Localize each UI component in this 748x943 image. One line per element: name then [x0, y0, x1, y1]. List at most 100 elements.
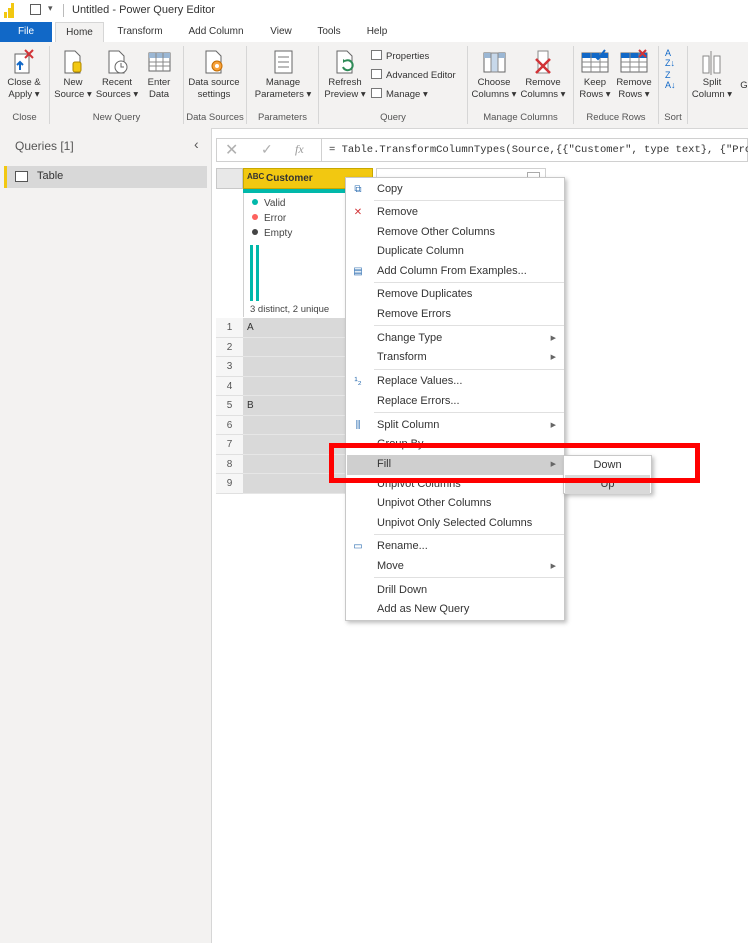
remove-rows-label-1: Remove — [616, 77, 652, 88]
fill-down-item[interactable]: Down — [565, 456, 650, 475]
manage-parameters-button[interactable]: Manage Parameters ▾ — [250, 48, 316, 101]
tab-view[interactable]: View — [262, 22, 300, 42]
row-number[interactable]: 6 — [216, 415, 243, 435]
menu-item-remove-duplicates[interactable]: Remove Duplicates — [347, 285, 564, 305]
row-number[interactable]: 1 — [216, 318, 243, 338]
text-type-icon[interactable]: ABC — [247, 172, 264, 181]
refresh-preview-button[interactable]: Refresh Preview ▾ — [322, 48, 368, 101]
remove-rows-button[interactable]: Remove Rows ▾ — [614, 48, 654, 101]
submenu-arrow-icon: ▶ — [550, 562, 556, 570]
title-bar: ▾ Untitled - Power Query Editor — [0, 0, 748, 23]
split-column-icon: ⫼ — [355, 419, 361, 431]
row-number[interactable]: 5 — [216, 396, 243, 416]
menu-item-unpivot-other-columns[interactable]: Unpivot Other Columns — [347, 494, 564, 514]
menu-item-label: Replace Values... — [377, 375, 463, 387]
formula-input[interactable]: = Table.TransformColumnTypes(Source,{{"C… — [329, 144, 748, 156]
menu-item-fill[interactable]: Fill ▶ — [347, 455, 564, 475]
sort-descending-icon[interactable]: Z A↓ — [665, 70, 676, 90]
row-number[interactable]: 2 — [216, 337, 243, 357]
manage-button[interactable]: Manage ▾ — [371, 88, 428, 102]
collapse-pane-icon[interactable]: ‹ — [194, 136, 199, 152]
advanced-editor-button[interactable]: Advanced Editor — [371, 69, 456, 83]
menu-item-duplicate-column[interactable]: Duplicate Column — [347, 242, 564, 262]
menu-item-unpivot-columns[interactable]: Unpivot Columns — [347, 475, 564, 495]
tab-home[interactable]: Home — [55, 22, 104, 42]
menu-item-drill-down[interactable]: Drill Down — [347, 581, 564, 601]
split-column-label-2: Column ▾ — [691, 89, 733, 100]
new-source-button[interactable]: New Source ▾ — [52, 48, 94, 101]
menu-item-change-type[interactable]: Change Type ▶ — [347, 329, 564, 349]
menu-item-transform[interactable]: Transform ▶ — [347, 348, 564, 368]
menu-item-rename[interactable]: ▭ Rename... — [347, 537, 564, 557]
tab-file[interactable]: File — [0, 22, 52, 42]
table-icon — [15, 171, 28, 182]
advanced-editor-icon — [371, 69, 382, 79]
menu-item-remove[interactable]: ✕ Remove — [347, 203, 564, 223]
query-item-table[interactable]: Table — [4, 166, 207, 188]
menu-item-label: Unpivot Columns — [377, 477, 461, 490]
confirm-formula-icon[interactable]: ✓ — [261, 141, 273, 158]
menu-separator — [374, 577, 564, 578]
table-icon — [147, 48, 171, 74]
close-apply-button[interactable]: Close & Apply ▾ — [2, 48, 46, 101]
keep-rows-icon — [581, 48, 609, 74]
split-column-button[interactable]: Split Column ▾ — [690, 48, 734, 101]
data-source-settings-button[interactable]: Data source settings — [186, 48, 242, 101]
remove-rows-icon — [620, 48, 648, 74]
menu-item-replace-errors[interactable]: Replace Errors... — [347, 392, 564, 412]
row-number[interactable]: 9 — [216, 474, 243, 494]
manage-icon — [371, 88, 382, 98]
group-label-close: Close — [12, 112, 37, 123]
cancel-formula-icon[interactable]: ✕ — [225, 140, 238, 160]
menu-separator — [374, 325, 564, 326]
menu-item-label: Rename... — [377, 540, 428, 552]
quick-access-dropdown-icon[interactable]: ▾ — [48, 3, 53, 14]
submenu-arrow-icon: ▶ — [550, 421, 556, 429]
new-source-icon — [61, 48, 85, 74]
row-number[interactable]: 8 — [216, 454, 243, 474]
menu-item-move[interactable]: Move ▶ — [347, 557, 564, 577]
recent-sources-label-1: Recent — [101, 77, 133, 88]
keep-rows-button[interactable]: Keep Rows ▾ — [576, 48, 614, 101]
tab-add-column[interactable]: Add Column — [178, 22, 254, 42]
tab-help[interactable]: Help — [358, 22, 396, 42]
enter-data-button[interactable]: Enter Data — [142, 48, 176, 101]
enter-data-label-1: Enter — [147, 77, 171, 88]
save-icon[interactable] — [30, 4, 41, 15]
row-number[interactable]: 4 — [216, 376, 243, 396]
menu-item-remove-errors[interactable]: Remove Errors — [347, 305, 564, 325]
menu-item-unpivot-only-selected-columns[interactable]: Unpivot Only Selected Columns — [347, 514, 564, 534]
menu-item-copy[interactable]: ⧉ Copy — [347, 180, 564, 200]
submenu-arrow-icon: ▶ — [550, 461, 556, 468]
menu-item-group-by[interactable]: Group By... — [347, 435, 564, 455]
choose-columns-button[interactable]: Choose Columns ▾ — [470, 48, 518, 101]
table-menu-icon[interactable] — [216, 168, 243, 189]
menu-item-split-column[interactable]: ⫼ Split Column ▶ — [347, 416, 564, 436]
refresh-preview-label-2: Preview ▾ — [324, 89, 366, 100]
menu-item-label: Group By... — [377, 438, 432, 450]
group-by-button[interactable]: G — [738, 80, 748, 92]
menu-item-replace-values[interactable]: ¹₂ Replace Values... — [347, 372, 564, 392]
fx-icon[interactable]: fx — [295, 142, 304, 157]
menu-item-label: Remove Duplicates — [377, 288, 473, 300]
fill-up-item[interactable]: Up — [565, 475, 650, 494]
quality-valid: Valid — [252, 198, 286, 209]
properties-button[interactable]: Properties — [371, 50, 429, 64]
tab-transform[interactable]: Transform — [108, 22, 172, 42]
row-number[interactable]: 7 — [216, 435, 243, 455]
distribution-bar — [256, 245, 259, 301]
menu-item-remove-other-columns[interactable]: Remove Other Columns — [347, 223, 564, 243]
row-number[interactable]: 3 — [216, 357, 243, 377]
sort-ascending-icon[interactable]: A Z↓ — [665, 48, 675, 68]
column-name: Customer — [266, 173, 313, 184]
recent-sources-button[interactable]: Recent Sources ▾ — [94, 48, 140, 101]
tab-tools[interactable]: Tools — [308, 22, 350, 42]
menu-item-add-as-new-query[interactable]: Add as New Query — [347, 600, 564, 620]
manage-label: Manage ▾ — [386, 89, 428, 100]
menu-item-label: Fill — [377, 458, 392, 470]
menu-item-add-column-from-examples[interactable]: ▤ Add Column From Examples... — [347, 262, 564, 282]
menu-item-label: Copy — [377, 183, 403, 195]
menu-item-label: Duplicate Column — [377, 245, 464, 257]
remove-columns-button[interactable]: Remove Columns ▾ — [518, 48, 568, 101]
menu-item-label: Transform — [377, 351, 427, 363]
